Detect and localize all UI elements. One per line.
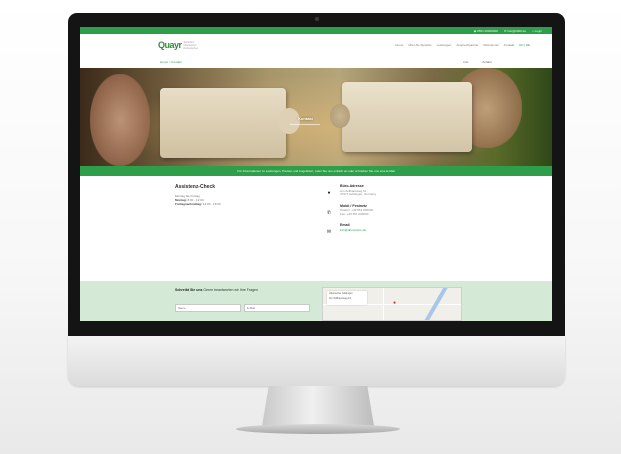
map-road	[383, 288, 384, 320]
embedded-map[interactable]: Übersetzer Göttingen Am Zollhausweg 10 ●	[322, 287, 462, 321]
tab-info[interactable]: Info	[463, 60, 468, 64]
map-info-card: Übersetzer Göttingen Am Zollhausweg 10	[327, 291, 367, 305]
site-header: Quayr Sprachen Übersetzen Dolmetschen Ho…	[80, 34, 552, 56]
map-pin-icon: ●	[327, 190, 331, 196]
top-contact-bar: ◆ 0551 00000000 ✉ info@0000.de ⌂ Login	[80, 27, 552, 34]
nav-item-5[interactable]: Kontakt	[504, 43, 514, 47]
name-field[interactable]	[175, 304, 241, 312]
email-field[interactable]	[244, 304, 310, 312]
puzzle-piece-right	[330, 82, 472, 152]
topbar-email[interactable]: ✉ info@0000.de	[504, 29, 526, 33]
browser-screen: ◆ 0551 00000000 ✉ info@0000.de ⌂ Login Q…	[80, 27, 552, 321]
hero-title: Kontakt	[298, 116, 313, 121]
main-nav: Home Über die Sprache Leistungen Ansprechpa…	[395, 43, 530, 47]
sub-bar: Home > Kontakt Info Anfahrt	[80, 56, 552, 68]
hero-underline	[290, 124, 320, 125]
hours-column: Assistenz-Check Montag bis Freitag Monta…	[175, 184, 275, 206]
monitor-chin	[68, 336, 565, 386]
camera-icon	[315, 17, 319, 21]
contact-form-section: Schreibt Sie uns Gerne beantworten wir I…	[80, 281, 552, 321]
contact-detail-title: Email	[340, 223, 350, 228]
nav-item-1[interactable]: Über die Sprache	[408, 43, 431, 47]
nav-item-0[interactable]: Home	[395, 43, 403, 47]
site-logo[interactable]: Quayr Sprachen Übersetzen Dolmetschen	[158, 40, 198, 50]
contact-detail-0: ● Büro-Adresse Am Zollhausweg 10 37077 Gött…	[326, 184, 466, 197]
info-banner: Für Informationen zu Leistungen, Preisen…	[80, 166, 552, 176]
tab-directions[interactable]: Anfahrt	[482, 60, 492, 64]
contact-detail-line: 37077 Göttingen, Germany	[340, 192, 377, 197]
hero-image: Kontakt	[80, 68, 552, 166]
monitor-stand-foot	[236, 424, 400, 434]
info-section: Assistenz-Check Montag bis Freitag Monta…	[80, 176, 552, 276]
contact-form-title: Schreibt Sie uns Gerne beantworten wir I…	[175, 288, 258, 292]
contact-detail-title: Büro-Adresse	[340, 184, 364, 188]
contact-details-column: ● Büro-Adresse Am Zollhausweg 10 37077 Gött…	[326, 184, 466, 242]
puzzle-piece-left	[160, 88, 300, 158]
contact-detail-line[interactable]: info@übersetzer.de	[340, 228, 366, 233]
banner-text: Für Informationen zu Leistungen, Preisen…	[237, 169, 395, 173]
nav-item-6[interactable]: EN | DE	[519, 43, 530, 47]
contact-detail-2: ✉ Email info@übersetzer.de	[326, 223, 466, 235]
logo-mark: Quayr	[158, 40, 182, 50]
hours-line-3: Freitagnachmittag: 13:00 - 18:00	[175, 202, 221, 206]
nav-item-3[interactable]: Ansprechpartner	[456, 43, 478, 47]
logo-tagline: Sprachen Übersetzen Dolmetschen	[183, 40, 199, 50]
sub-tabs: Info Anfahrt	[463, 60, 492, 64]
breadcrumb[interactable]: Home > Kontakt	[160, 60, 182, 64]
hours-title: Assistenz-Check	[175, 184, 216, 190]
topbar-phone[interactable]: ◆ 0551 00000000	[474, 29, 498, 33]
contact-detail-1: ✆ Mobil / Festnetz Telefon: +49 551 000000…	[326, 204, 466, 217]
contact-detail-title: Mobil / Festnetz	[340, 203, 367, 208]
phone-icon: ✆	[326, 209, 332, 216]
envelope-icon: ✉	[326, 229, 332, 236]
map-pin-icon: ●	[393, 300, 397, 306]
nav-item-4[interactable]: Referenzen	[484, 43, 500, 47]
hand-left	[90, 74, 150, 166]
map-card-address: Am Zollhausweg 10	[329, 297, 351, 300]
topbar-login[interactable]: ⌂ Login	[532, 29, 542, 33]
monitor-stand-neck	[262, 386, 374, 426]
nav-item-2[interactable]: Leistungen	[437, 43, 452, 47]
contact-detail-line: Fax: +49 551 000000	[340, 211, 369, 216]
